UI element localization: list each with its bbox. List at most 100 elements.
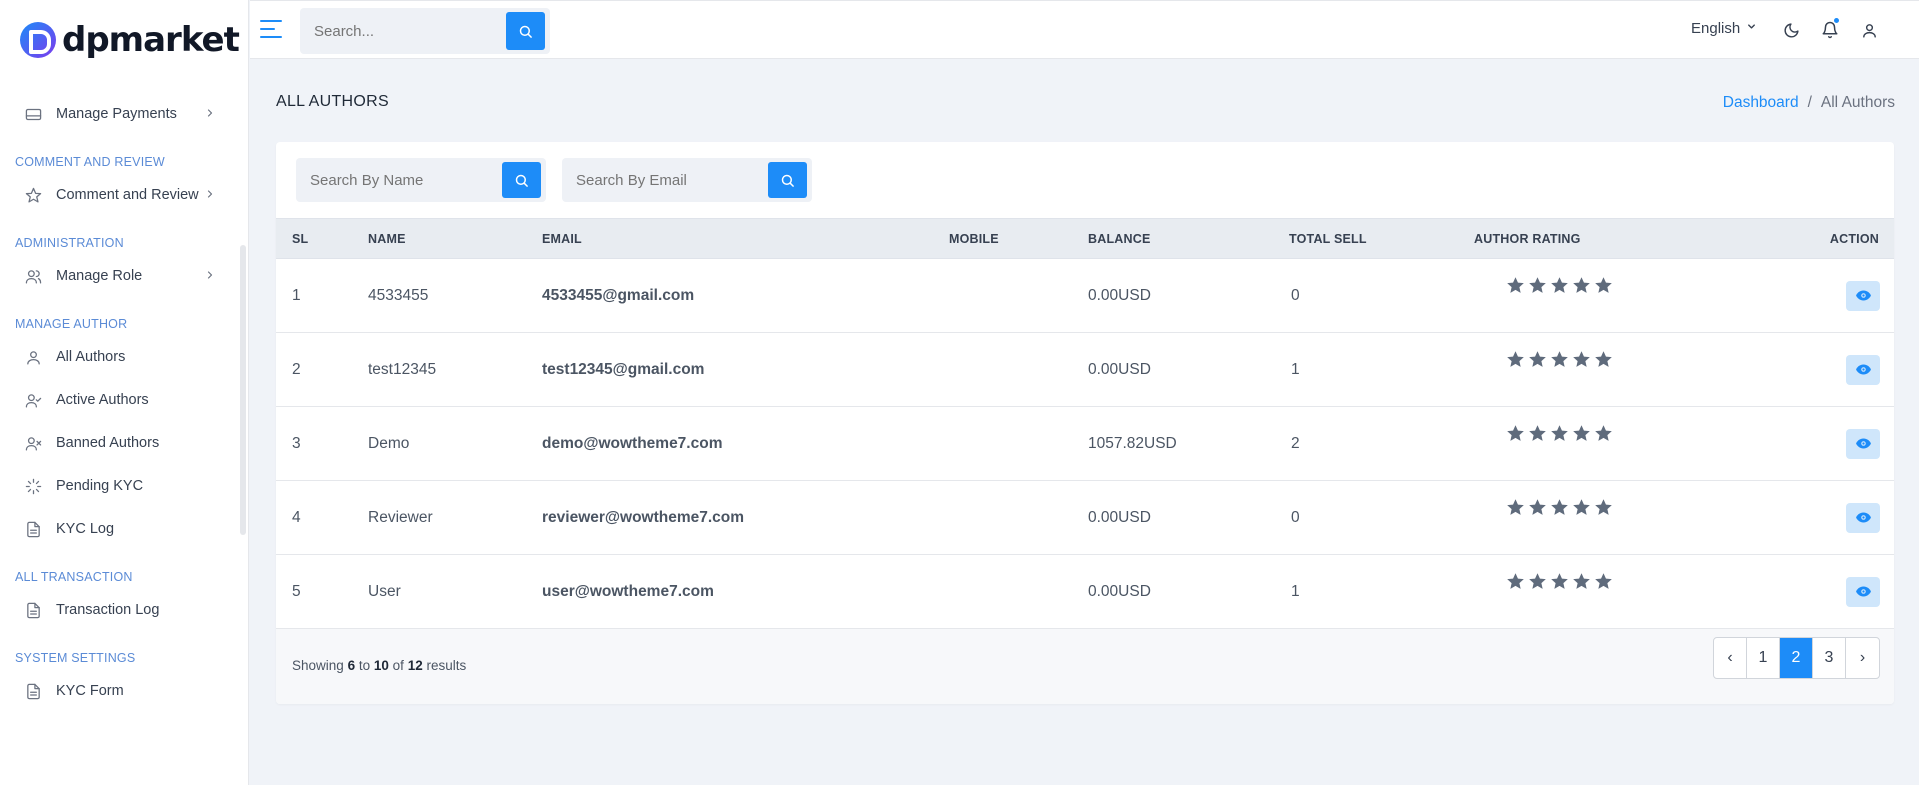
pagination-page-2[interactable]: 2 (1780, 638, 1813, 678)
results-prefix: Showing (292, 658, 344, 673)
star-icon (1550, 350, 1569, 374)
sidebar-item-manage-role[interactable]: Manage Role (24, 260, 224, 292)
view-author-button[interactable] (1846, 354, 1880, 385)
brand-logo[interactable]: dpmarket (20, 20, 240, 60)
results-suffix: results (426, 658, 467, 673)
star-icon (1506, 498, 1525, 522)
star-icon (1528, 424, 1547, 448)
column-header-mobile: MOBILE (949, 218, 1088, 259)
row-balance: 0.00USD (1088, 286, 1151, 304)
brand-name: dpmarket (62, 20, 240, 60)
sidebar-item-manage-payments[interactable]: Manage Payments (24, 98, 224, 130)
rating-stars (1506, 424, 1613, 448)
row-total-sell: 1 (1291, 360, 1300, 378)
row-name: 4533455 (368, 286, 429, 304)
view-author-button[interactable] (1846, 576, 1880, 607)
sidebar-item-transaction-log[interactable]: Transaction Log (24, 594, 224, 626)
sidebar-item-kyc-log[interactable]: KYC Log (24, 513, 224, 545)
users-icon (24, 267, 42, 285)
row-sl: 4 (292, 508, 301, 526)
results-to-word: to (358, 658, 371, 673)
star-icon (1550, 424, 1569, 448)
breadcrumb-current: All Authors (1820, 94, 1895, 111)
star-icon (1528, 572, 1547, 596)
row-total-sell: 1 (1291, 582, 1300, 600)
sidebar-item-pending-kyc[interactable]: Pending KYC (24, 470, 224, 502)
results-total: 12 (407, 658, 423, 673)
file-text-icon (24, 520, 42, 538)
row-sl: 5 (292, 582, 301, 600)
star-icon (1550, 498, 1569, 522)
sidebar-item-kyc-form[interactable]: KYC Form (24, 675, 224, 707)
breadcrumb-dashboard-link[interactable]: Dashboard (1723, 94, 1799, 111)
row-mobile (949, 259, 1088, 333)
pagination-page-1[interactable]: 1 (1747, 638, 1780, 678)
view-author-button[interactable] (1846, 280, 1880, 311)
pagination-prev-button[interactable]: ‹ (1714, 638, 1747, 678)
sidebar-section-administration: ADMINISTRATION (15, 236, 124, 250)
notifications-button[interactable] (1819, 17, 1841, 41)
column-header-total-sell: TOTAL SELL (1289, 218, 1474, 259)
rating-stars (1506, 350, 1613, 374)
row-balance: 1057.82USD (1088, 434, 1177, 452)
profile-button[interactable] (1858, 19, 1880, 41)
theme-toggle-button[interactable] (1780, 19, 1802, 41)
sidebar-item-comment-and-review[interactable]: Comment and Review (24, 179, 224, 211)
row-mobile (949, 407, 1088, 481)
row-action (1774, 555, 1894, 629)
menu-toggle-button[interactable] (260, 19, 282, 39)
eye-icon (1855, 512, 1871, 523)
sidebar-item-label: KYC Log (56, 521, 115, 537)
row-balance: 0.00USD (1088, 508, 1151, 526)
star-icon (1572, 572, 1591, 596)
credit-card-icon (24, 105, 42, 123)
view-author-button[interactable] (1846, 502, 1880, 533)
chevron-down-icon (1748, 24, 1756, 29)
sidebar-section-manage-author: MANAGE AUTHOR (15, 317, 128, 331)
star-icon (1506, 572, 1525, 596)
sidebar-item-banned-authors[interactable]: Banned Authors (24, 427, 224, 459)
row-mobile (949, 481, 1088, 555)
star-icon (1572, 276, 1591, 300)
moon-icon (1784, 22, 1799, 37)
star-icon (1594, 572, 1613, 596)
eye-icon (1855, 586, 1871, 597)
row-action (1774, 333, 1894, 407)
sidebar-item-all-authors[interactable]: All Authors (24, 341, 224, 373)
language-label: English (1691, 20, 1741, 37)
pagination-page-3[interactable]: 3 (1813, 638, 1846, 678)
row-email: demo@wowtheme7.com (542, 434, 723, 452)
loader-icon (24, 477, 42, 495)
global-search-input[interactable] (300, 8, 505, 54)
sidebar-scrollbar[interactable] (240, 245, 246, 535)
row-total-sell: 0 (1291, 286, 1300, 304)
row-name: Demo (368, 434, 410, 452)
user-x-icon (24, 434, 42, 452)
row-balance: 0.00USD (1088, 360, 1151, 378)
star-icon (1594, 424, 1613, 448)
global-search-button[interactable] (506, 12, 545, 50)
pagination-next-button[interactable]: › (1846, 638, 1879, 678)
search-by-name-input[interactable] (296, 158, 501, 202)
sidebar-item-label: Active Authors (56, 392, 149, 408)
eye-icon (1855, 364, 1871, 375)
file-text-icon (24, 682, 42, 700)
column-header-sl: SL (276, 218, 368, 259)
pagination: ‹ 1 2 3 › (1713, 637, 1880, 679)
table-header-row: SL NAME EMAIL MOBILE BALANCE TOTAL SELL AUTHOR… (276, 218, 1894, 259)
table-footer: Showing 6 to 10 of 12 results ‹ 1 2 3 › (276, 629, 1894, 704)
menu-icon-bar (260, 28, 275, 30)
search-by-email-input[interactable] (562, 158, 767, 202)
sidebar-item-active-authors[interactable]: Active Authors (24, 384, 224, 416)
table-row: 1 4533455 4533455@gmail.com 0.00USD 0 (276, 259, 1894, 333)
language-selector[interactable]: English (1691, 20, 1757, 37)
search-by-name-button[interactable] (502, 162, 541, 198)
view-author-button[interactable] (1846, 428, 1880, 459)
star-icon (1550, 276, 1569, 300)
column-header-action: ACTION (1774, 218, 1894, 259)
row-mobile (949, 555, 1088, 629)
user-check-icon (24, 391, 42, 409)
search-by-email-button[interactable] (768, 162, 807, 198)
column-header-balance: BALANCE (1088, 218, 1289, 259)
table-body: 1 4533455 4533455@gmail.com 0.00USD 0 2 test12… (276, 259, 1894, 629)
